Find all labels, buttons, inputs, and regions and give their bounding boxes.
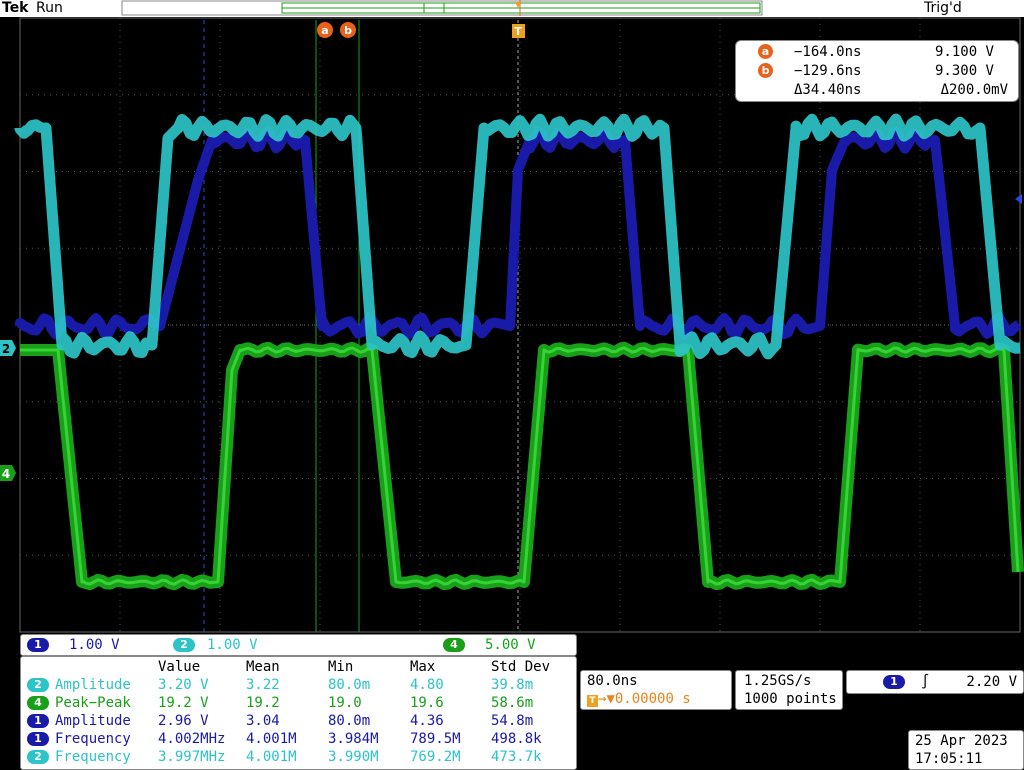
cursor-a-time: −164.0ns (794, 44, 862, 60)
svg-text:b: b (344, 24, 352, 37)
svg-text:2: 2 (2, 342, 10, 356)
cursor-a-voltage: 9.100 V (934, 44, 994, 60)
row-std: 58.6m (491, 695, 534, 711)
cursor-b-row: b −129.6ns 9.300 V (736, 62, 1018, 80)
trigger-level-value: 2.20 V (966, 674, 1017, 690)
datetime-readout: 25 Apr 2023 17:05:11 (908, 730, 1024, 770)
svg-text:a: a (321, 24, 328, 37)
row-channel-chip: 2 (27, 750, 49, 764)
ch1-chip[interactable]: 1 (27, 638, 49, 652)
time: 17:05:11 (915, 751, 983, 767)
row-channel-chip: 1 (27, 732, 49, 746)
row-max: 789.5M (410, 731, 461, 747)
row-max: 4.80 (410, 677, 444, 693)
cursor-delta-voltage: Δ200.0mV (940, 82, 1008, 98)
row-max: 19.6 (410, 695, 444, 711)
ch2-scale[interactable]: 1.00 V (207, 635, 258, 655)
svg-text:T: T (514, 25, 522, 38)
date: 25 Apr 2023 (915, 733, 1008, 749)
cursor-a-row: a −164.0ns 9.100 V (736, 43, 1018, 61)
trigger-readout[interactable]: 1 ∫ 2.20 V (846, 670, 1024, 694)
ch2-ground-marker[interactable]: 2 (0, 340, 16, 356)
row-name: Frequency (55, 731, 131, 747)
row-std: 498.8k (491, 731, 542, 747)
acquisition-readout[interactable]: 1.25GS/s 1000 points (735, 670, 843, 710)
measurement-row[interactable]: 2 Amplitude 3.20 V 3.22 80.0m 4.80 39.8m (21, 676, 576, 694)
measurement-row[interactable]: 1 Frequency 4.002MHz 4.001M 3.984M 789.5… (21, 730, 576, 748)
ch2-chip[interactable]: 2 (173, 638, 195, 652)
row-value: 3.997MHz (158, 749, 226, 765)
trigger-position-value: 0.00000 s (614, 691, 691, 707)
ch1-scale[interactable]: 1.00 V (69, 635, 120, 655)
header-value: Value (158, 659, 201, 675)
record-view-bar (121, 0, 763, 16)
measurement-row[interactable]: 2 Frequency 3.997MHz 4.001M 3.990M 769.2… (21, 748, 576, 766)
cursor-b-badge: b (758, 63, 773, 78)
ch4-chip[interactable]: 4 (443, 638, 465, 652)
row-name: Peak−Peak (55, 695, 131, 711)
cursor-readout: a −164.0ns 9.100 V b −129.6ns 9.300 V Δ3… (735, 40, 1019, 102)
ch4-scale[interactable]: 5.00 V (485, 635, 536, 655)
cursor-delta-time: Δ34.40ns (794, 82, 862, 98)
row-std: 39.8m (491, 677, 534, 693)
measurement-row[interactable]: 1 Amplitude 2.96 V 3.04 80.0m 4.36 54.8m (21, 712, 576, 730)
row-std: 54.8m (491, 713, 534, 729)
row-min: 80.0m (328, 677, 371, 693)
row-value: 19.2 V (158, 695, 209, 711)
row-name: Amplitude (55, 677, 131, 693)
record-length: 1000 points (744, 691, 837, 707)
row-name: Frequency (55, 749, 131, 765)
cursor-b-marker[interactable]: b (340, 22, 356, 38)
trigger-down-icon: ▼ (606, 691, 615, 707)
cursor-b-voltage: 9.300 V (934, 63, 994, 79)
cursor-a-badge: a (758, 44, 773, 59)
row-max: 769.2M (410, 749, 461, 765)
row-channel-chip: 4 (27, 696, 49, 710)
svg-text:4: 4 (2, 467, 10, 481)
trigger-position-readout: T →▼0.00000 s (587, 690, 691, 708)
ch4-waveform (20, 341, 1024, 591)
row-name: Amplitude (55, 713, 131, 729)
cursor-b-time: −129.6ns (794, 63, 862, 79)
oscilloscope-screen: Tek Run Trig'd a b T 2 4 a −164.0ns 9.10… (0, 0, 1024, 770)
timebase-scale: 80.0ns (587, 673, 638, 689)
row-channel-chip: 2 (27, 678, 49, 692)
graticule (19, 17, 1021, 633)
row-max: 4.36 (410, 713, 444, 729)
trigger-level-marker[interactable] (1015, 194, 1022, 204)
header-max: Max (410, 659, 436, 675)
row-value: 4.002MHz (158, 731, 226, 747)
trigger-source-chip: 1 (883, 675, 905, 689)
row-min: 80.0m (328, 713, 371, 729)
row-value: 2.96 V (158, 713, 209, 729)
row-mean: 4.001M (246, 749, 297, 765)
row-min: 3.984M (328, 731, 379, 747)
trigger-t-icon: T (587, 695, 598, 707)
measurement-row[interactable]: 4 Peak−Peak 19.2 V 19.2 19.0 19.6 58.6m (21, 694, 576, 712)
cursor-delta-row: Δ34.40ns Δ200.0mV (736, 81, 1018, 99)
header-std-dev: Std Dev (491, 659, 551, 675)
row-std: 473.7k (491, 749, 542, 765)
sample-rate: 1.25GS/s (744, 673, 812, 689)
channel-scale-bar: 1 1.00 V 2 1.00 V 4 5.00 V (20, 634, 577, 656)
ch4-waveform-trace (20, 346, 1020, 586)
header-mean: Mean (246, 659, 280, 675)
measurement-table: Value Mean Min Max Std Dev 2 Amplitude 3… (20, 656, 577, 770)
row-min: 3.990M (328, 749, 379, 765)
row-mean: 19.2 (246, 695, 280, 711)
row-value: 3.20 V (158, 677, 209, 693)
row-mean: 4.001M (246, 731, 297, 747)
row-mean: 3.22 (246, 677, 280, 693)
row-min: 19.0 (328, 695, 362, 711)
row-channel-chip: 1 (27, 714, 49, 728)
ch4-ground-marker[interactable]: 4 (0, 465, 16, 481)
row-mean: 3.04 (246, 713, 280, 729)
timebase-readout[interactable]: 80.0ns T →▼0.00000 s (580, 670, 732, 710)
rising-edge-icon: ∫ (921, 674, 930, 690)
header-min: Min (328, 659, 354, 675)
cursor-a-marker[interactable]: a (317, 22, 333, 38)
